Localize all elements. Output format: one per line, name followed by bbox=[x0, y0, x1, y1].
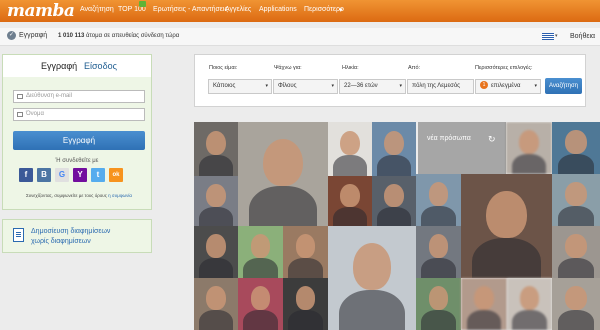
social-login-row: f B G Y t ok bbox=[19, 168, 123, 182]
registration-panel: Εγγραφή Είσοδος Διεύθυνση e-mail Όνομα Ε… bbox=[2, 54, 152, 210]
name-placeholder: Όνομα bbox=[26, 111, 44, 117]
nav-ads[interactable]: Αγγελίες bbox=[225, 6, 251, 13]
tab-login[interactable]: Είσοδος bbox=[84, 61, 117, 71]
age-select[interactable]: 22—36 ετών ▾ bbox=[339, 79, 406, 94]
profile-photo[interactable] bbox=[552, 226, 600, 278]
profile-photo[interactable] bbox=[238, 122, 328, 226]
chevron-down-icon: ▾ bbox=[339, 7, 343, 14]
google-icon[interactable]: G bbox=[55, 168, 69, 182]
refresh-icon[interactable]: ↻ bbox=[488, 134, 496, 145]
profile-photo[interactable] bbox=[328, 226, 416, 330]
label-more-options: Περισσότερες επιλογές: bbox=[475, 65, 533, 71]
online-count: 1 010 113 bbox=[58, 33, 85, 39]
advertising-panel[interactable]: Δημοσίευση διαφημίσεων χωρίς διαφημίσεων bbox=[2, 219, 152, 253]
tab-register[interactable]: Εγγραφή bbox=[41, 61, 77, 71]
profile-photo[interactable] bbox=[283, 226, 328, 278]
i-am-select[interactable]: Κάποιος ▾ bbox=[208, 79, 272, 94]
profile-photo[interactable] bbox=[552, 174, 600, 226]
mail-icon bbox=[17, 94, 23, 99]
label-looking-for: Ψάχνω για: bbox=[274, 65, 302, 71]
new-faces-label: νέα πρόσωπα bbox=[427, 135, 471, 142]
more-options-select[interactable]: 1 επιλεγμένα ▾ bbox=[475, 79, 541, 94]
profile-photo[interactable] bbox=[416, 174, 461, 226]
options-count-badge: 1 bbox=[480, 81, 488, 90]
search-button[interactable]: Αναζήτηση bbox=[545, 78, 582, 94]
advertising-line-2: χωρίς διαφημίσεων bbox=[31, 238, 91, 245]
email-placeholder: Διεύθυνση e-mail bbox=[26, 93, 72, 99]
profile-photo[interactable] bbox=[461, 174, 552, 278]
profile-photo[interactable] bbox=[328, 122, 372, 176]
profile-photo[interactable] bbox=[194, 122, 238, 176]
top-navigation-bar: mamba Αναζήτηση TOP 100 Ερωτήσεις - Απαν… bbox=[0, 0, 600, 22]
language-flag-icon[interactable] bbox=[542, 33, 554, 40]
profile-photo-grid bbox=[194, 122, 600, 330]
register-label: Εγγραφή bbox=[19, 32, 48, 39]
terms-label: Συνεχίζοντας, συμφωνείτε με τους όρους bbox=[25, 193, 109, 198]
search-form: Ποιος είμαι: Ψάχνω για: Ηλικία: Από: Περ… bbox=[194, 54, 586, 107]
i-am-value: Κάποιος bbox=[213, 83, 236, 89]
terms-text: Συνεχίζοντας, συμφωνείτε με τους όρους η… bbox=[9, 193, 149, 198]
label-i-am: Ποιος είμαι: bbox=[209, 65, 238, 71]
online-counter: 1 010 113 άτομα σε απευθείας σύνδεση τώρ… bbox=[58, 33, 179, 39]
nav-questions[interactable]: Ερωτήσεις - Απαντήσεις bbox=[153, 6, 228, 13]
profile-photo[interactable] bbox=[461, 278, 507, 330]
name-field[interactable]: Όνομα bbox=[13, 108, 145, 121]
profile-photo[interactable] bbox=[507, 278, 552, 330]
profile-photo[interactable] bbox=[416, 278, 461, 330]
location-value: πόλη της Λεμεσός bbox=[412, 83, 461, 89]
twitter-icon[interactable]: t bbox=[91, 168, 105, 182]
profile-photo[interactable] bbox=[552, 122, 600, 174]
profile-photo[interactable] bbox=[416, 226, 461, 278]
nav-top100[interactable]: TOP 100 bbox=[118, 6, 146, 13]
profile-photo[interactable] bbox=[372, 122, 416, 176]
terms-link[interactable]: η συμφωνία bbox=[108, 193, 132, 198]
age-value: 22—36 ετών bbox=[344, 83, 378, 89]
advertising-text: Δημοσίευση διαφημίσεων χωρίς διαφημίσεων bbox=[31, 227, 110, 247]
vk-icon[interactable]: B bbox=[37, 168, 51, 182]
mamba-logo[interactable]: mamba bbox=[7, 1, 75, 21]
top100-badge-icon bbox=[139, 1, 146, 7]
user-icon bbox=[17, 112, 23, 117]
profile-photo[interactable] bbox=[506, 122, 552, 174]
help-link[interactable]: Βοήθεια bbox=[570, 33, 595, 40]
advertising-line-1[interactable]: Δημοσίευση διαφημίσεων bbox=[31, 227, 110, 237]
facebook-icon[interactable]: f bbox=[19, 168, 33, 182]
label-from: Από: bbox=[408, 65, 421, 71]
profile-photo[interactable] bbox=[194, 226, 238, 278]
connect-with-label: Ή συνδεθείτε με bbox=[55, 158, 99, 164]
profile-photo[interactable] bbox=[194, 176, 238, 226]
check-icon: ✓ bbox=[7, 31, 16, 40]
profile-photo[interactable] bbox=[372, 176, 416, 226]
location-input[interactable]: πόλη της Λεμεσός bbox=[407, 79, 474, 94]
document-icon bbox=[13, 228, 24, 242]
nav-search[interactable]: Αναζήτηση bbox=[80, 6, 114, 13]
profile-photo[interactable] bbox=[328, 176, 372, 226]
online-text: άτομα σε απευθείας σύνδεση τώρα bbox=[86, 33, 180, 39]
options-label: επιλεγμένα bbox=[491, 83, 521, 89]
register-button[interactable]: Εγγραφή bbox=[13, 131, 145, 150]
nav-more[interactable]: Περισσότερο bbox=[304, 6, 344, 13]
profile-photo[interactable] bbox=[194, 278, 238, 330]
label-age: Ηλικία: bbox=[342, 65, 359, 71]
register-link[interactable]: ✓ Εγγραφή bbox=[7, 31, 47, 40]
chevron-down-icon[interactable]: ▾ bbox=[555, 33, 558, 39]
yahoo-icon[interactable]: Y bbox=[73, 168, 87, 182]
nav-applications[interactable]: Applications bbox=[259, 6, 297, 13]
auth-tabs: Εγγραφή Είσοδος bbox=[3, 55, 151, 77]
profile-photo[interactable] bbox=[238, 278, 283, 330]
chevron-down-icon: ▾ bbox=[534, 83, 537, 89]
profile-photo[interactable] bbox=[238, 226, 283, 278]
profile-photo[interactable] bbox=[552, 278, 600, 330]
chevron-down-icon: ▾ bbox=[265, 83, 268, 89]
new-faces-tile[interactable]: νέα πρόσωπα ↻ bbox=[418, 122, 506, 174]
looking-for-value: Φίλους bbox=[278, 83, 297, 89]
profile-photo[interactable] bbox=[283, 278, 328, 330]
sub-header-bar: ✓ Εγγραφή 1 010 113 άτομα σε απευθείας σ… bbox=[0, 28, 600, 46]
looking-for-select[interactable]: Φίλους ▾ bbox=[273, 79, 338, 94]
chevron-down-icon: ▾ bbox=[399, 83, 402, 89]
chevron-down-icon: ▾ bbox=[331, 83, 334, 89]
email-field[interactable]: Διεύθυνση e-mail bbox=[13, 90, 145, 103]
odnoklassniki-icon[interactable]: ok bbox=[109, 168, 123, 182]
